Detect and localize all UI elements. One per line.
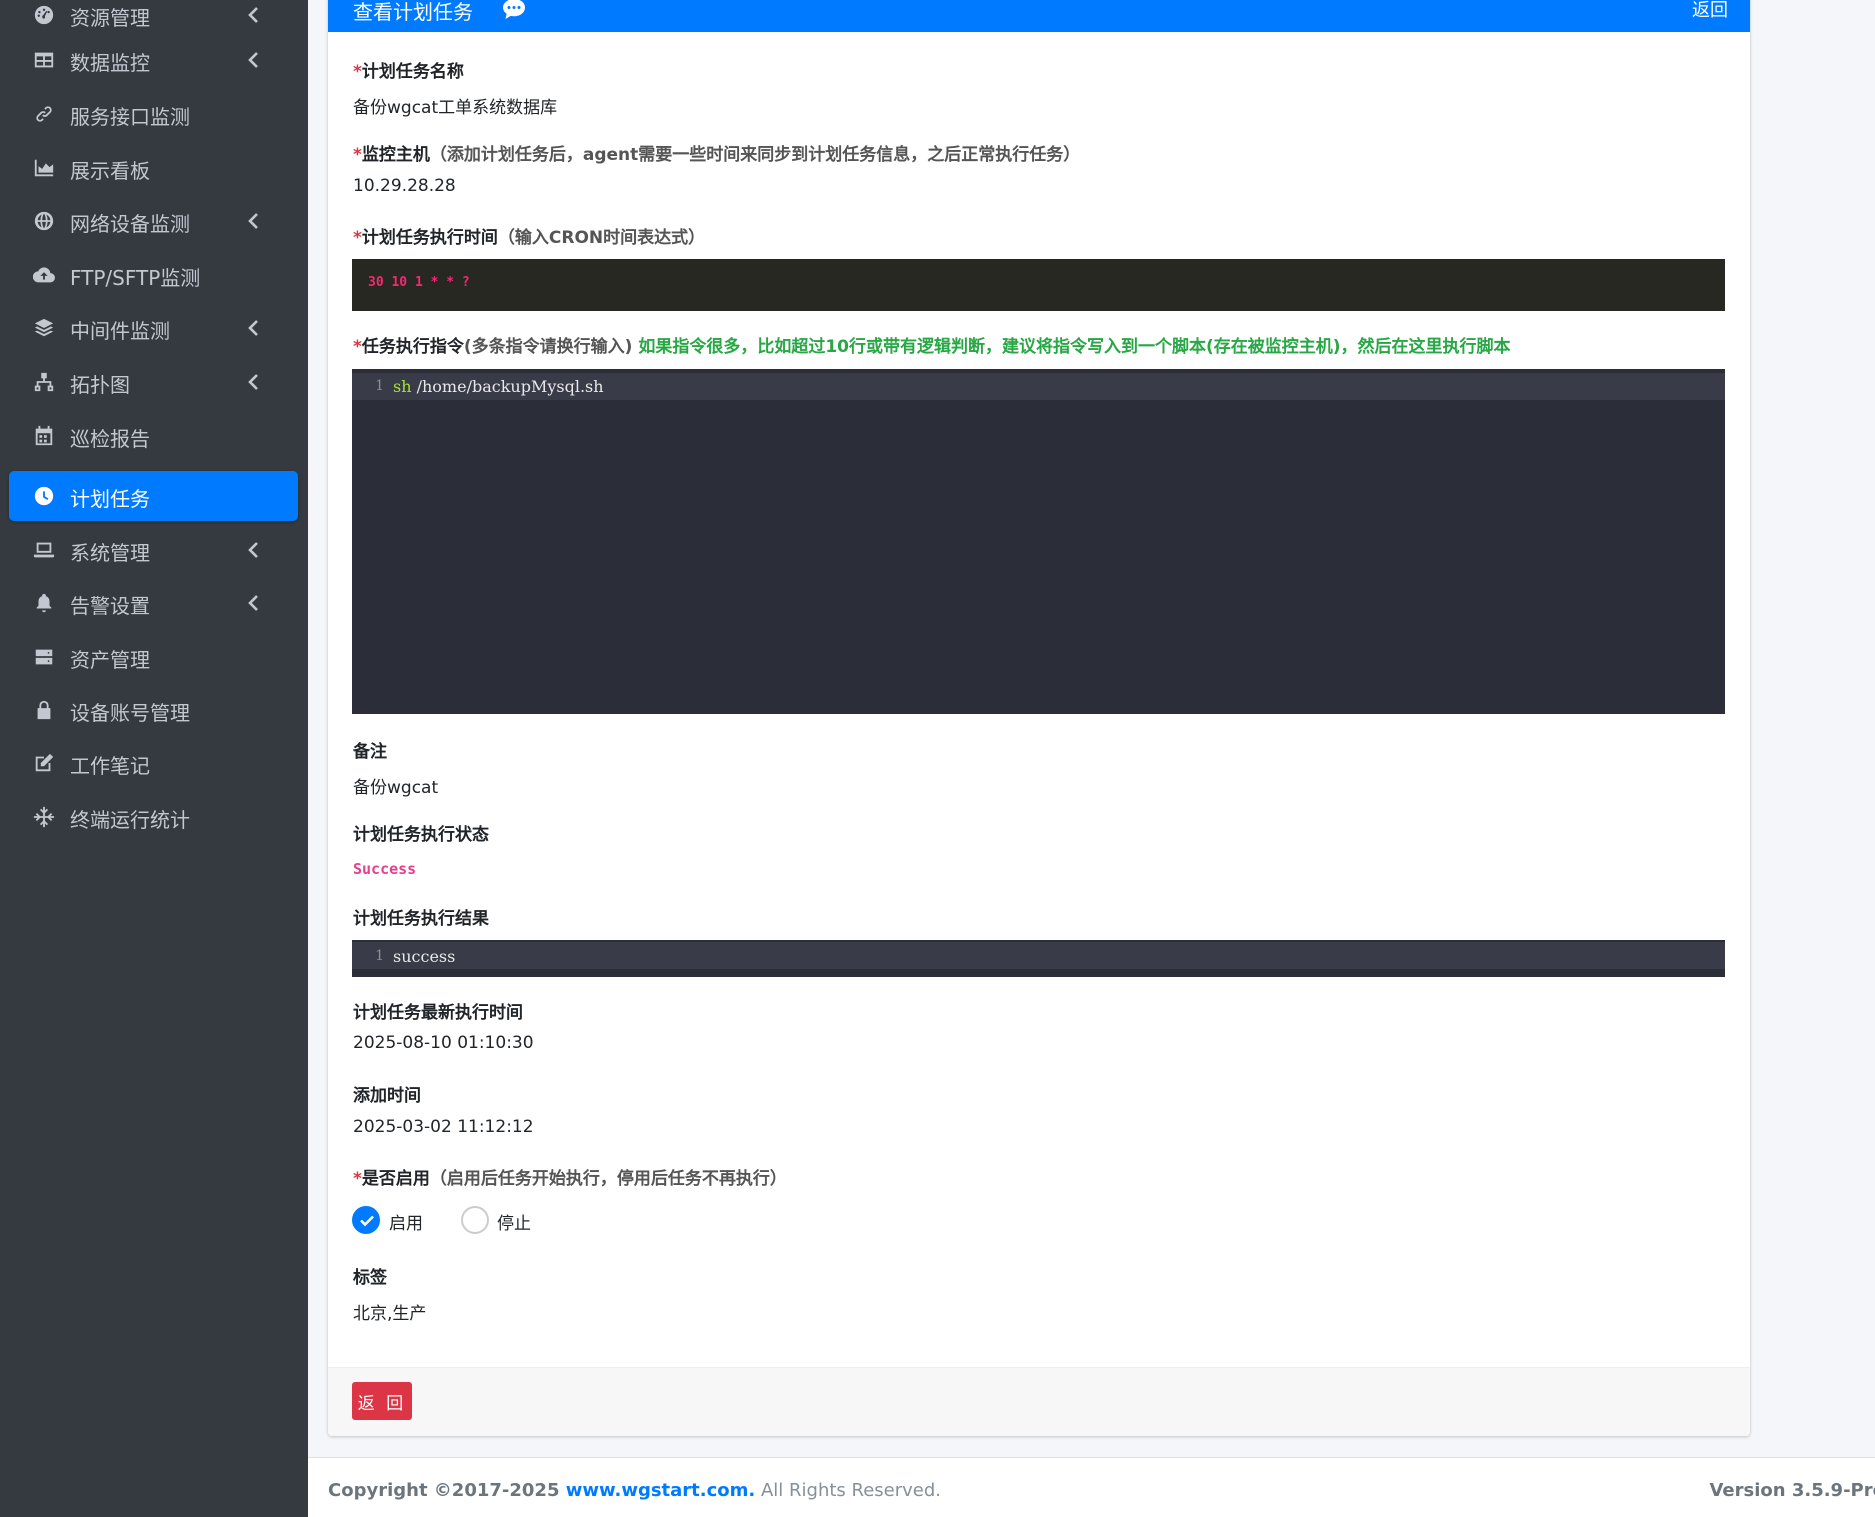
layers-icon	[32, 316, 56, 340]
sidebar-item-network-device[interactable]: 网络设备监测	[9, 196, 298, 246]
clock-icon	[32, 484, 56, 508]
last-run-label: 计划任务最新执行时间	[353, 1003, 523, 1023]
sidebar-item-label: 网络设备监测	[70, 212, 190, 236]
result-label: 计划任务执行结果	[353, 909, 489, 929]
task-detail-card: 查看计划任务 返回 *计划任务名称 备份wgcat工单系统数据库 *监控主机（添…	[328, 0, 1750, 1436]
chevron-left-icon	[247, 372, 267, 392]
enabled-label: *是否启用（启用后任务开始执行，停用后任务不再执行）	[353, 1169, 787, 1189]
last-run-value: 2025-08-10 01:10:30	[353, 1033, 534, 1053]
sidebar-item-label: 数据监控	[70, 51, 150, 75]
sidebar-item-terminal-stats[interactable]: 终端运行统计	[9, 792, 298, 842]
copyright: Copyright ©2017-2025 www.wgstart.com. Al…	[328, 1480, 942, 1501]
enable-radio-label[interactable]: 启用	[389, 1209, 423, 1234]
sidebar-item-device-accounts[interactable]: 设备账号管理	[9, 685, 298, 735]
host-value: 10.29.28.28	[353, 176, 456, 196]
host-label: *监控主机（添加计划任务后，agent需要一些时间来同步到计划任务信息，之后正常…	[353, 145, 1081, 165]
sidebar-item-label: 设备账号管理	[70, 701, 190, 725]
command-editor[interactable]: 1 sh /home/backupMysql.sh	[352, 369, 1725, 714]
card-header: 查看计划任务 返回	[328, 0, 1750, 32]
result-code: success	[393, 947, 456, 966]
command-label: *任务执行指令(多条指令请换行输入) 如果指令很多，比如超过10行或带有逻辑判断…	[353, 337, 1511, 357]
page-title: 查看计划任务	[353, 0, 473, 24]
line-number: 1	[375, 378, 384, 394]
sidebar-item-asset-management[interactable]: 资产管理	[9, 632, 298, 682]
line-number: 1	[375, 948, 384, 964]
tachometer-icon	[32, 3, 56, 27]
sidebar: 资源管理 数据监控 服务接口监测 展示看板 网络设备监测 FTP/SFTP监测 …	[0, 0, 308, 1517]
sidebar-item-ftp-sftp[interactable]: FTP/SFTP监测	[9, 250, 298, 300]
chevron-left-icon	[247, 50, 267, 70]
website-link[interactable]: www.wgstart.com.	[566, 1480, 756, 1501]
card-footer: 返 回	[328, 1367, 1750, 1436]
sidebar-item-system-management[interactable]: 系统管理	[9, 525, 298, 575]
back-button[interactable]: 返 回	[352, 1382, 412, 1420]
status-value: Success	[353, 860, 417, 878]
snowflake-icon	[32, 805, 56, 829]
area-chart-icon	[32, 156, 56, 180]
sidebar-item-label: 中间件监测	[70, 319, 170, 343]
sidebar-item-label: 工作笔记	[70, 754, 150, 778]
sidebar-item-data-monitoring[interactable]: 数据监控	[9, 35, 298, 85]
remark-value: 备份wgcat	[353, 778, 439, 798]
sidebar-item-label: 告警设置	[70, 594, 150, 618]
result-editor[interactable]: 1 success	[352, 940, 1725, 977]
added-time-value: 2025-03-02 11:12:12	[353, 1117, 534, 1137]
server-icon	[32, 645, 56, 669]
laptop-icon	[32, 538, 56, 562]
page-footer: Copyright ©2017-2025 www.wgstart.com. Al…	[308, 1457, 1875, 1517]
chevron-left-icon	[247, 5, 267, 25]
command-code: sh /home/backupMysql.sh	[393, 377, 604, 396]
sidebar-item-label: 资源管理	[70, 6, 150, 30]
sidebar-item-label: 拓扑图	[70, 373, 130, 397]
added-time-label: 添加时间	[353, 1086, 421, 1106]
chevron-left-icon	[247, 593, 267, 613]
tags-label: 标签	[353, 1268, 387, 1288]
sidebar-item-inspection-report[interactable]: 巡检报告	[9, 411, 298, 461]
disable-radio-label[interactable]: 停止	[497, 1209, 531, 1234]
sidebar-item-label: 计划任务	[70, 487, 150, 511]
globe-icon	[32, 209, 56, 233]
back-link[interactable]: 返回	[1692, 0, 1728, 22]
link-icon	[32, 102, 56, 126]
cron-expression: 30 10 1 * * ?	[368, 275, 470, 290]
sidebar-item-dashboard[interactable]: 展示看板	[9, 143, 298, 193]
table-icon	[32, 48, 56, 72]
comment-icon	[502, 0, 526, 20]
sidebar-item-resource-management[interactable]: 资源管理	[9, 0, 298, 40]
sidebar-item-middleware[interactable]: 中间件监测	[9, 303, 298, 353]
sidebar-item-label: 巡检报告	[70, 427, 150, 451]
chevron-left-icon	[247, 211, 267, 231]
sidebar-item-label: 系统管理	[70, 541, 150, 565]
sidebar-item-label: 资产管理	[70, 648, 150, 672]
sidebar-item-service-interface[interactable]: 服务接口监测	[9, 89, 298, 139]
enable-radio[interactable]	[352, 1206, 380, 1234]
chevron-left-icon	[247, 318, 267, 338]
sidebar-item-label: 终端运行统计	[70, 808, 190, 832]
edit-icon	[32, 751, 56, 775]
task-name-value: 备份wgcat工单系统数据库	[353, 98, 558, 118]
sidebar-item-scheduled-tasks[interactable]: 计划任务	[9, 471, 298, 521]
sidebar-item-alert-settings[interactable]: 告警设置	[9, 578, 298, 628]
sidebar-item-label: 展示看板	[70, 159, 150, 183]
task-name-label: *计划任务名称	[353, 62, 464, 82]
sidebar-item-label: FTP/SFTP监测	[70, 266, 201, 290]
tags-value: 北京,生产	[353, 1304, 427, 1324]
version-text: Version 3.5.9-Pro	[1709, 1480, 1875, 1501]
remark-label: 备注	[353, 742, 387, 762]
sitemap-icon	[32, 370, 56, 394]
sidebar-item-label: 服务接口监测	[70, 105, 190, 129]
cron-label: *计划任务执行时间（输入CRON时间表达式）	[353, 228, 706, 248]
bell-icon	[32, 591, 56, 615]
disable-radio[interactable]	[461, 1206, 489, 1234]
chevron-left-icon	[247, 540, 267, 560]
sidebar-item-work-notes[interactable]: 工作笔记	[9, 738, 298, 788]
cloud-upload-icon	[32, 263, 56, 287]
sidebar-item-topology[interactable]: 拓扑图	[9, 357, 298, 407]
cron-expression-field[interactable]: 30 10 1 * * ?	[352, 259, 1725, 311]
status-label: 计划任务执行状态	[353, 825, 489, 845]
lock-icon	[32, 698, 56, 722]
calendar-icon	[32, 424, 56, 448]
active-line	[352, 942, 1725, 969]
